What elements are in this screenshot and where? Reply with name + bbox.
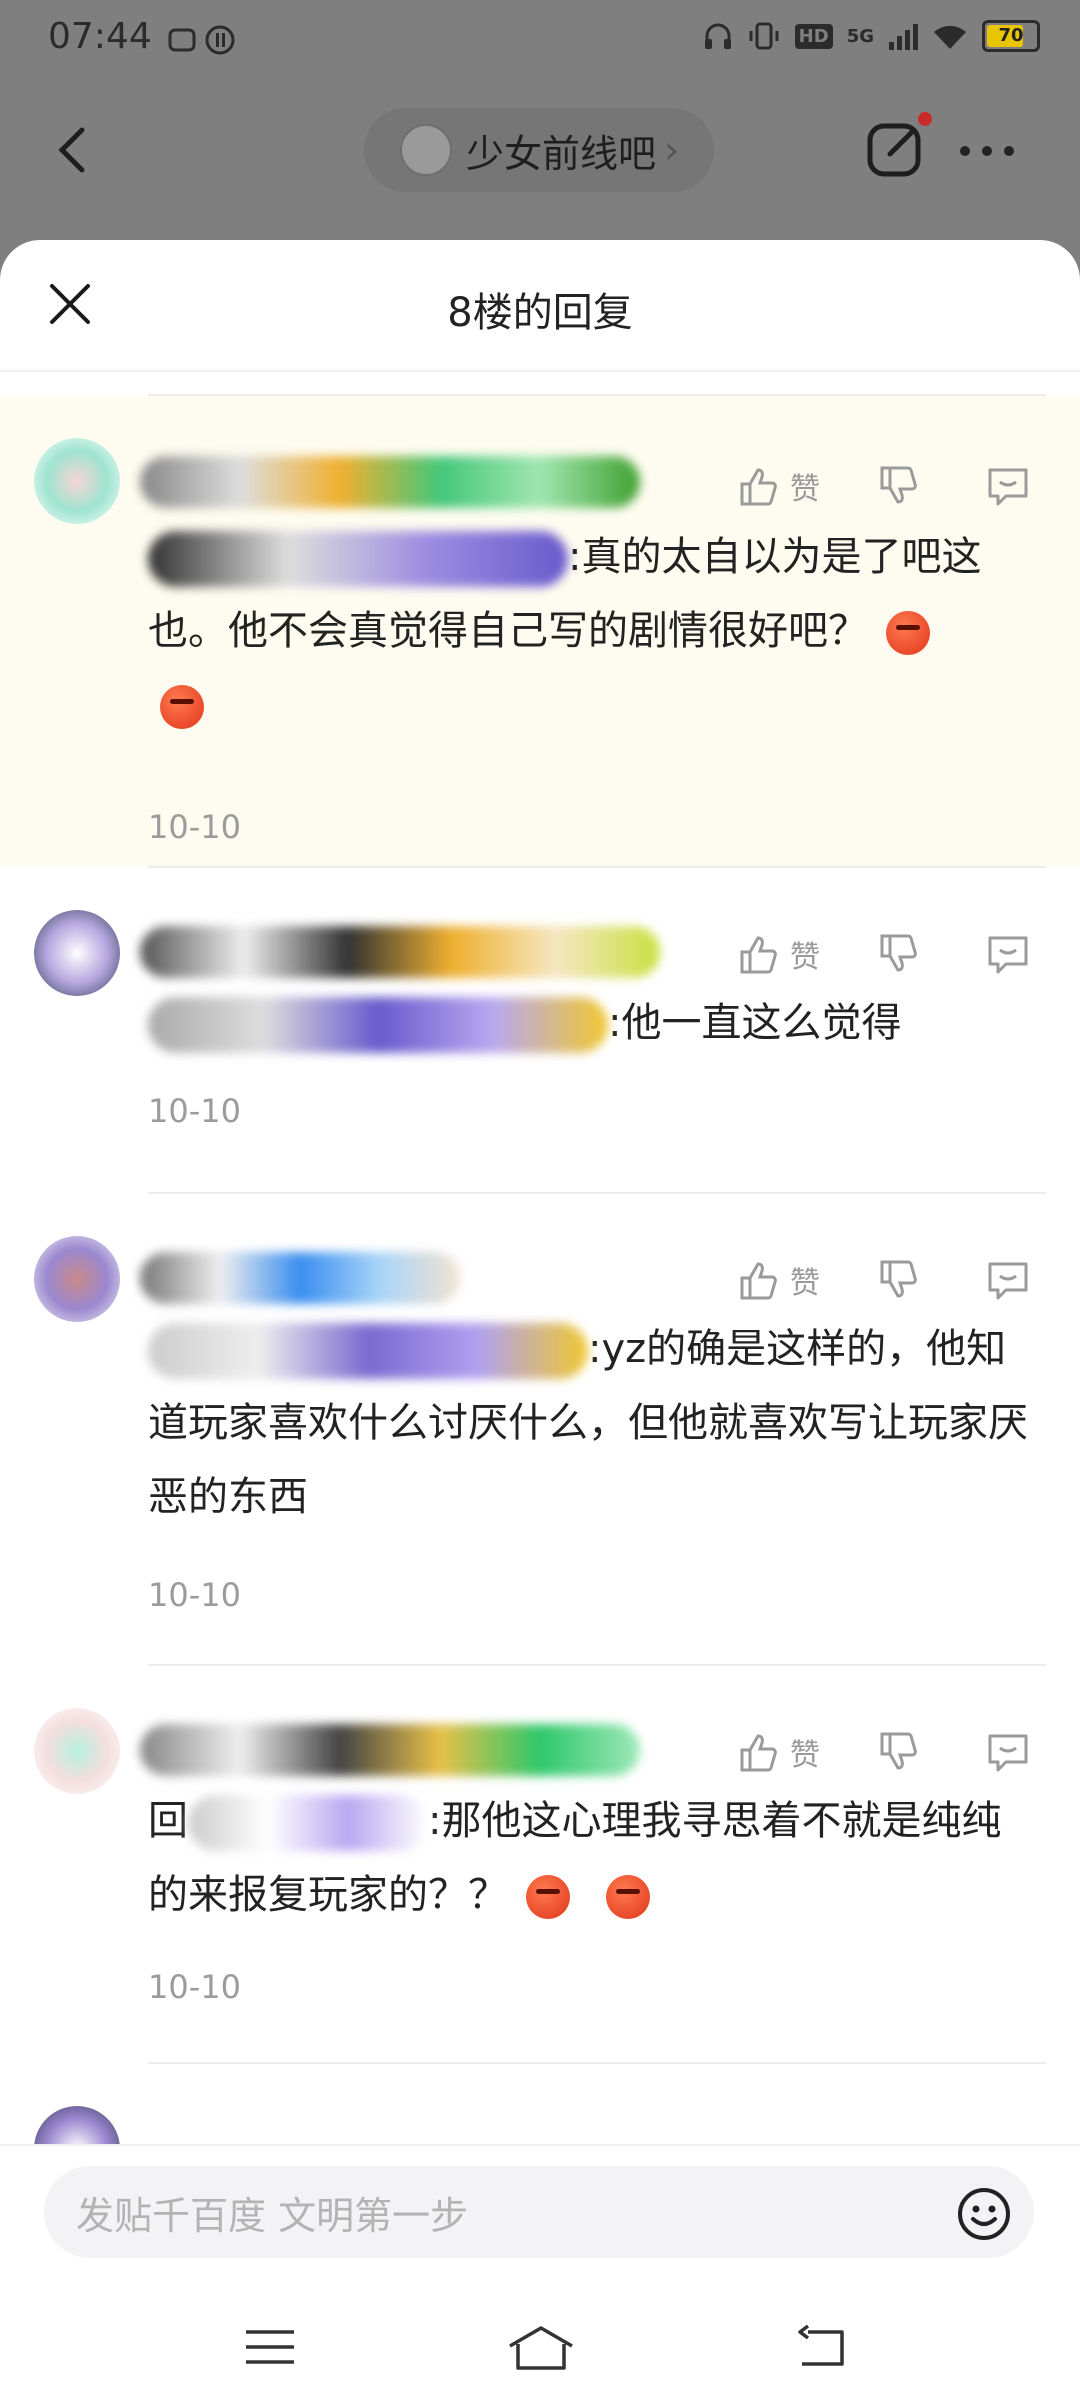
notification-icons xyxy=(168,22,238,64)
reply-date: 10-10 xyxy=(148,1968,241,2006)
reply-item[interactable]: 赞 :yz的确是这样的，他知道玩家喜欢什么讨厌什么，但他就喜欢写让玩家厌恶的东西… xyxy=(0,1194,1080,1664)
wifi-icon xyxy=(934,25,966,49)
chevron-left-icon[interactable] xyxy=(44,120,104,180)
home-icon[interactable] xyxy=(506,2322,576,2372)
notification-dot xyxy=(918,112,932,126)
thumb-up-icon xyxy=(740,936,777,974)
username-redacted xyxy=(140,1724,640,1776)
avatar[interactable] xyxy=(34,1708,120,1794)
sheet-title: 8楼的回复 xyxy=(447,290,633,336)
like-label: 赞 xyxy=(790,1266,820,1301)
reply-item[interactable]: 赞 :他一直这么觉得 10-10 xyxy=(0,868,1080,1192)
forum-avatar xyxy=(400,124,452,176)
username-redacted xyxy=(140,1252,460,1304)
reply-text: 回:那他这心理我寻思着不就是纯纯的来报复玩家的？？ xyxy=(148,1784,1040,1932)
comment-icon[interactable] xyxy=(984,930,1032,978)
status-bar: 07:44 HD 5G 70 xyxy=(0,0,1080,80)
back-nav-icon[interactable] xyxy=(792,2322,852,2372)
username-redacted xyxy=(140,456,640,508)
reply-sheet: 8楼的回复 赞 :真的太自以为是了吧这也。他不会真觉得自己写的剧情很好吧？ 10… xyxy=(0,240,1080,2408)
reply-actions: 赞 xyxy=(736,462,1032,510)
battery-label: 70 xyxy=(998,25,1024,46)
comment-icon[interactable] xyxy=(984,462,1032,510)
smiley-icon[interactable] xyxy=(956,2186,1012,2242)
app-notification-icon xyxy=(168,25,235,55)
status-time: 07:44 xyxy=(48,16,152,57)
like-button[interactable]: 赞 xyxy=(736,1256,876,1304)
reply-text: :yz的确是这样的，他知道玩家喜欢什么讨厌什么，但他就喜欢写让玩家厌恶的东西 xyxy=(148,1312,1040,1534)
reply-text: :真的太自以为是了吧这也。他不会真觉得自己写的剧情很好吧？ xyxy=(148,520,1040,742)
reply-item[interactable]: 赞 :真的太自以为是了吧这也。他不会真觉得自己写的剧情很好吧？ 10-10 xyxy=(0,396,1080,866)
thumb-down-icon[interactable] xyxy=(876,930,924,978)
chevron-right-icon: › xyxy=(664,128,680,172)
headphones-icon xyxy=(704,23,731,49)
avatar[interactable] xyxy=(34,438,120,524)
comment-icon[interactable] xyxy=(984,1256,1032,1304)
forum-link-button[interactable]: 少女前线吧 › xyxy=(364,108,714,192)
battery-indicator: 70 xyxy=(982,20,1040,52)
mention-redacted xyxy=(148,531,568,587)
thread-header: 少女前线吧 › xyxy=(0,80,1080,240)
reply-content: :他一直这么觉得 xyxy=(608,1000,902,1046)
thumb-up-icon xyxy=(740,1262,777,1300)
menu-icon[interactable] xyxy=(240,2322,300,2372)
angry-emoji-icon xyxy=(606,1875,650,1919)
signal-icon xyxy=(889,24,918,50)
angry-emoji-icon xyxy=(526,1875,570,1919)
thumb-up-icon xyxy=(740,468,777,506)
reply-text: :他一直这么觉得 xyxy=(148,986,1040,1060)
reply-input-bar: 发贴千百度 文明第一步 xyxy=(0,2144,1080,2286)
status-icons: HD 5G 70 xyxy=(703,20,1040,52)
like-label: 赞 xyxy=(790,1738,820,1773)
comment-icon[interactable] xyxy=(984,1728,1032,1776)
like-button[interactable]: 赞 xyxy=(736,1728,876,1776)
mention-redacted xyxy=(148,997,608,1053)
reply-item[interactable]: 赞 回:那他这心理我寻思着不就是纯纯的来报复玩家的？？ 10-10 xyxy=(0,1666,1080,2062)
network-label: 5G xyxy=(846,25,874,47)
reply-actions: 赞 xyxy=(736,1728,1032,1776)
reply-input[interactable]: 发贴千百度 文明第一步 xyxy=(44,2166,1034,2258)
angry-emoji-icon xyxy=(886,611,930,655)
input-placeholder: 发贴千百度 文明第一步 xyxy=(76,2193,469,2238)
more-icon[interactable] xyxy=(960,136,1030,166)
like-button[interactable]: 赞 xyxy=(736,930,876,978)
reply-date: 10-10 xyxy=(148,808,241,846)
thumb-down-icon[interactable] xyxy=(876,1256,924,1304)
forum-name: 少女前线吧 xyxy=(466,131,657,176)
username-redacted xyxy=(140,926,660,978)
mention-redacted xyxy=(188,1795,428,1851)
avatar[interactable] xyxy=(34,1236,120,1322)
reply-prefix: 回 xyxy=(148,1798,188,1844)
thumb-up-icon xyxy=(740,1734,777,1772)
hd-badge: HD xyxy=(794,23,833,49)
sheet-header: 8楼的回复 xyxy=(0,240,1080,372)
like-button[interactable]: 赞 xyxy=(736,462,876,510)
like-label: 赞 xyxy=(790,940,820,975)
reply-date: 10-10 xyxy=(148,1576,241,1614)
vibrate-icon xyxy=(749,22,779,50)
avatar[interactable] xyxy=(34,910,120,996)
reply-date: 10-10 xyxy=(148,1092,241,1130)
thumb-down-icon[interactable] xyxy=(876,1728,924,1776)
reply-actions: 赞 xyxy=(736,930,1032,978)
like-label: 赞 xyxy=(790,472,820,507)
reply-actions: 赞 xyxy=(736,1256,1032,1304)
system-nav-bar xyxy=(0,2284,1080,2408)
angry-emoji-icon xyxy=(160,685,204,729)
mention-redacted xyxy=(148,1323,588,1379)
thumb-down-icon[interactable] xyxy=(876,462,924,510)
